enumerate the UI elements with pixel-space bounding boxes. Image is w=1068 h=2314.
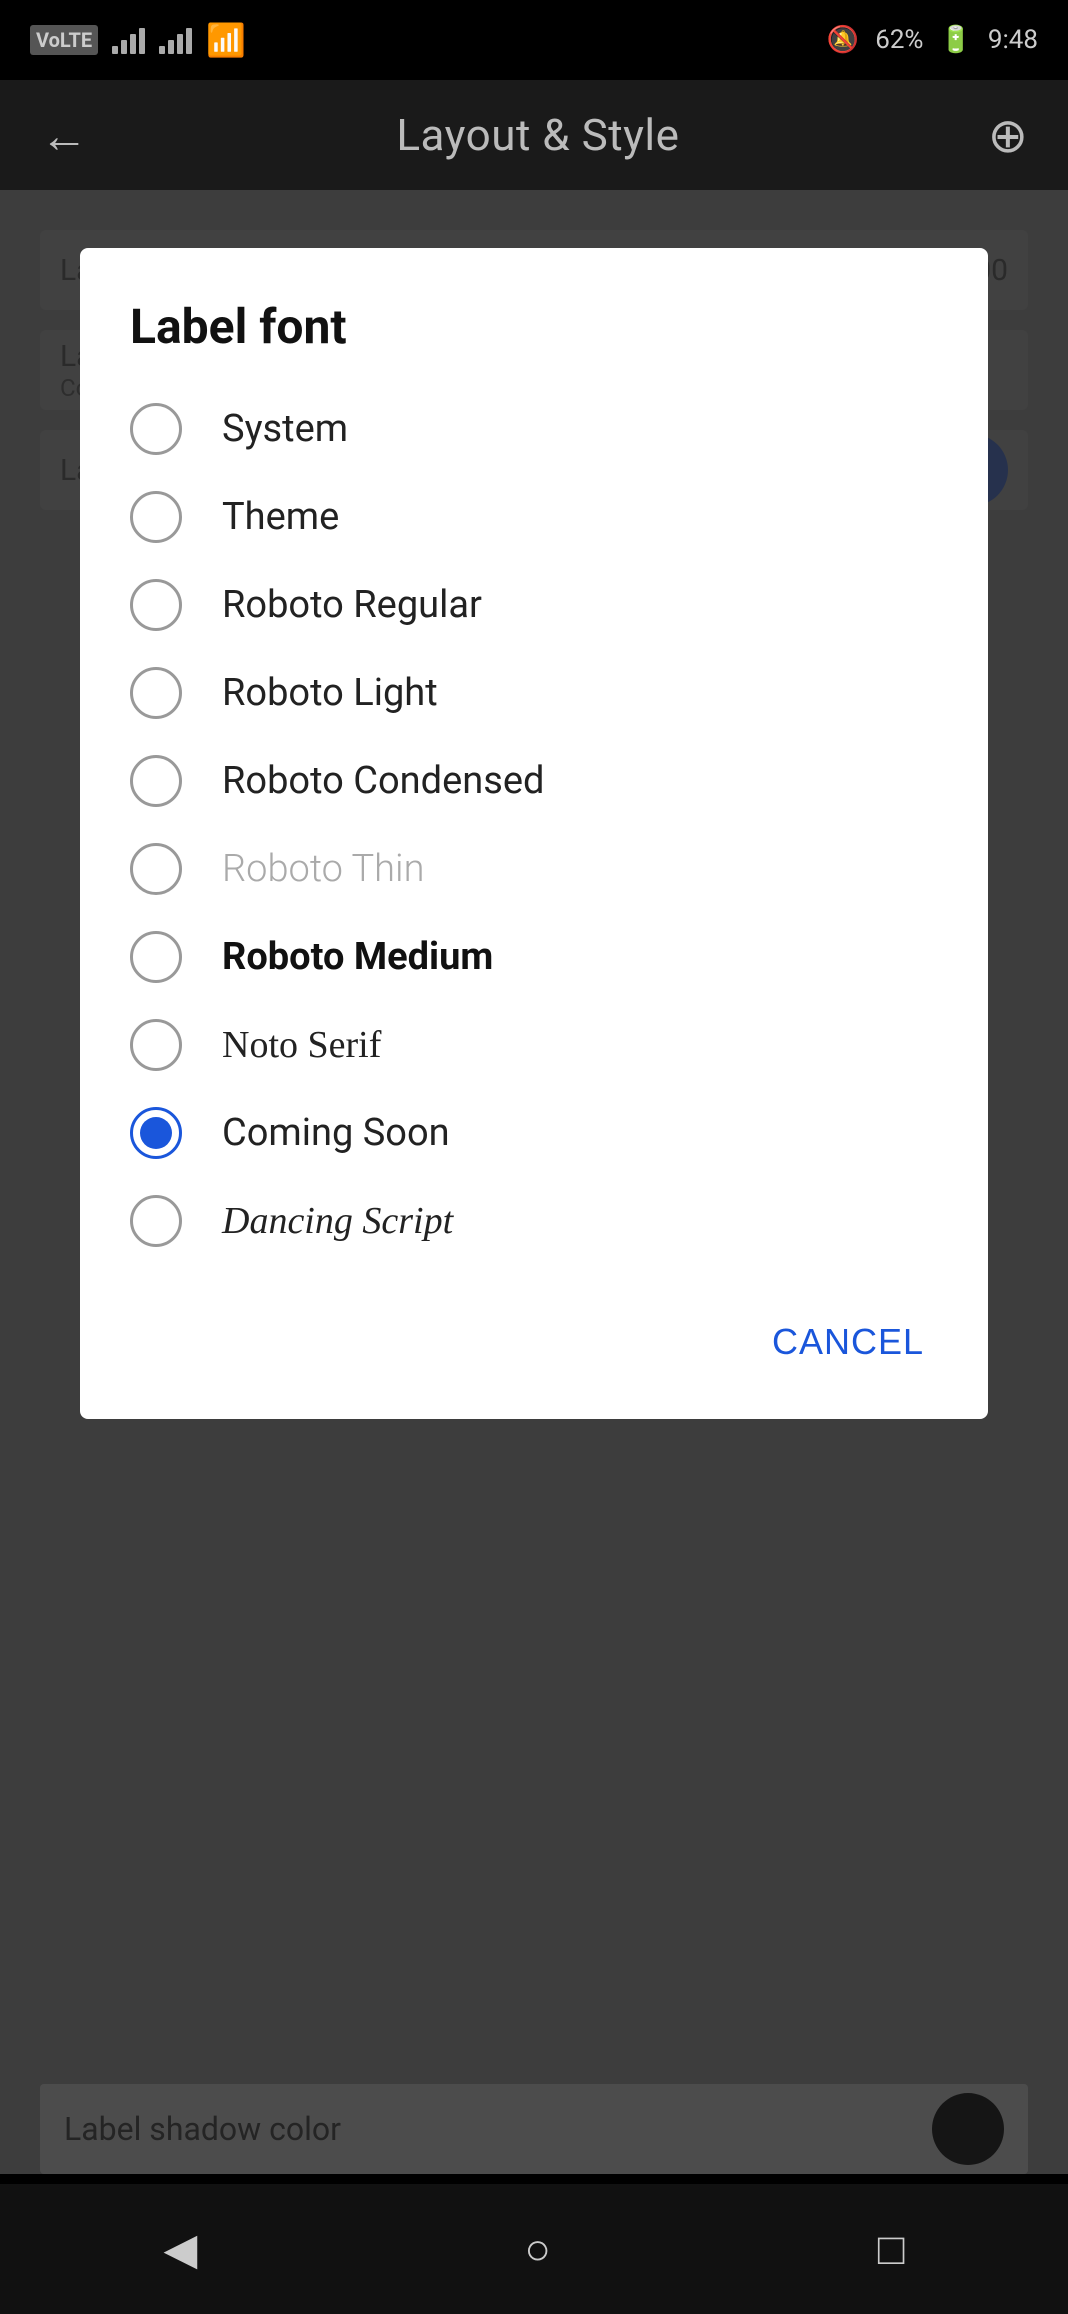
back-nav-button[interactable]: ◀ <box>164 2223 198 2275</box>
option-system[interactable]: System <box>130 385 948 473</box>
label-theme: Theme <box>222 495 339 539</box>
radio-coming-soon[interactable] <box>130 1107 182 1159</box>
label-roboto-condensed: Roboto Condensed <box>222 759 544 803</box>
time-display: 9:48 <box>988 25 1038 55</box>
option-dancing-script[interactable]: Dancing Script <box>130 1177 948 1265</box>
option-roboto-medium[interactable]: Roboto Medium <box>130 913 948 1001</box>
bar2b <box>168 40 174 54</box>
status-bar: VoLTE 📶 🔕 62% 🔋 9:48 <box>0 0 1068 80</box>
wifi-icon: 📶 <box>206 21 246 59</box>
status-right: 🔕 62% 🔋 9:48 <box>827 25 1038 55</box>
radio-roboto-thin[interactable] <box>130 843 182 895</box>
label-coming-soon: Coming Soon <box>222 1111 450 1155</box>
label-roboto-thin: Roboto Thin <box>222 847 425 891</box>
bar3b <box>177 34 183 54</box>
option-theme[interactable]: Theme <box>130 473 948 561</box>
radio-roboto-light[interactable] <box>130 667 182 719</box>
label-roboto-light: Roboto Light <box>222 671 438 715</box>
top-navigation: ← Layout & Style ⊕ <box>0 80 1068 190</box>
recents-nav-button[interactable]: □ <box>878 2223 905 2275</box>
dialog-title: Label font <box>130 298 948 355</box>
radio-theme[interactable] <box>130 491 182 543</box>
label-font-dialog: Label font System Theme Roboto Regular R… <box>80 248 988 1419</box>
bar4 <box>139 28 145 54</box>
dialog-actions: CANCEL <box>130 1289 948 1379</box>
bar1b <box>159 46 165 54</box>
option-noto-serif[interactable]: Noto Serif <box>130 1001 948 1089</box>
label-roboto-regular: Roboto Regular <box>222 583 482 627</box>
radio-roboto-medium[interactable] <box>130 931 182 983</box>
radio-roboto-condensed[interactable] <box>130 755 182 807</box>
volte-indicator: VoLTE <box>30 25 98 55</box>
battery-icon: 🔋 <box>939 25 971 55</box>
label-system: System <box>222 407 348 451</box>
radio-system[interactable] <box>130 403 182 455</box>
option-roboto-light[interactable]: Roboto Light <box>130 649 948 737</box>
option-roboto-condensed[interactable]: Roboto Condensed <box>130 737 948 825</box>
bar1 <box>112 46 118 54</box>
bar3 <box>130 34 136 54</box>
signal-bars-2 <box>159 26 192 54</box>
bar2 <box>121 40 127 54</box>
home-nav-button[interactable]: ○ <box>524 2223 551 2275</box>
label-noto-serif: Noto Serif <box>222 1023 381 1067</box>
label-roboto-medium: Roboto Medium <box>222 935 493 979</box>
label-dancing-script: Dancing Script <box>222 1199 453 1243</box>
radio-noto-serif[interactable] <box>130 1019 182 1071</box>
radio-dancing-script[interactable] <box>130 1195 182 1247</box>
option-coming-soon[interactable]: Coming Soon <box>130 1089 948 1177</box>
mute-icon: 🔕 <box>827 25 859 55</box>
status-left: VoLTE 📶 <box>30 21 246 59</box>
radio-roboto-regular[interactable] <box>130 579 182 631</box>
bar4b <box>186 28 192 54</box>
back-button[interactable]: ← <box>40 107 88 164</box>
option-roboto-regular[interactable]: Roboto Regular <box>130 561 948 649</box>
signal-bars-1 <box>112 26 145 54</box>
option-roboto-thin[interactable]: Roboto Thin <box>130 825 948 913</box>
battery-text: 62% <box>875 25 923 55</box>
system-navigation-bar: ◀ ○ □ <box>0 2184 1068 2314</box>
search-add-button[interactable]: ⊕ <box>988 107 1028 164</box>
page-title: Layout & Style <box>396 109 679 161</box>
cancel-button[interactable]: CANCEL <box>748 1305 948 1379</box>
